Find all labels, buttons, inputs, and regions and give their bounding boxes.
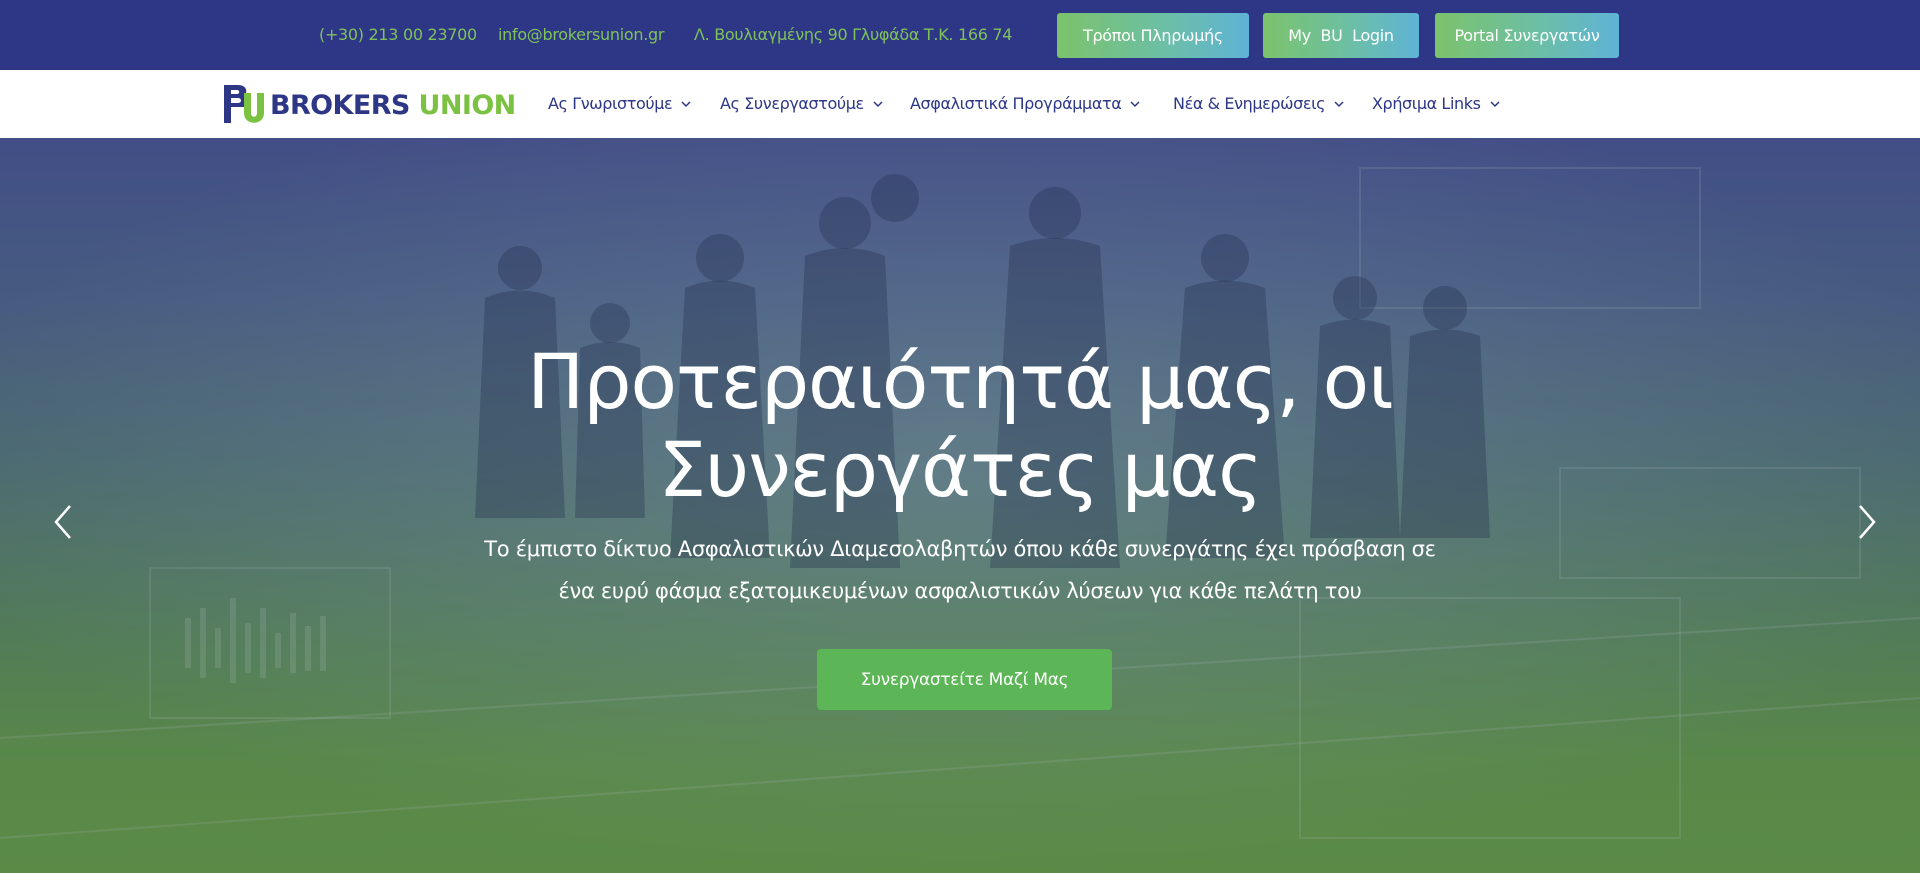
nav-item-news[interactable]: Νέα & Ενημερώσεις	[1173, 94, 1345, 113]
address-text: Λ. Βουλιαγμένης 90 Γλυφάδα Τ.Κ. 166 74	[694, 25, 1013, 44]
nav-item-label: Ασφαλιστικά Προγράμματα	[910, 94, 1122, 113]
nav-item-about[interactable]: Ας Γνωριστούμε	[548, 94, 692, 113]
chevron-down-icon	[1334, 100, 1344, 107]
nav-item-insurance-programs[interactable]: Ασφαλιστικά Προγράμματα	[910, 94, 1141, 113]
chevron-right-icon[interactable]	[1852, 502, 1882, 542]
payment-methods-button[interactable]: Τρόποι Πληρωμής	[1057, 13, 1249, 58]
top-bar: (+30) 213 00 23700 info@brokersunion.gr …	[0, 0, 1920, 70]
bu-logo-mark-icon	[224, 85, 264, 123]
nav-item-label: Ας Συνεργαστούμε	[720, 94, 864, 113]
hero-subtitle-line-1: Το έμπιστο δίκτυο Ασφαλιστικών Διαμεσολα…	[484, 537, 1436, 561]
nav-item-label: Νέα & Ενημερώσεις	[1173, 94, 1326, 113]
chevron-down-icon	[681, 100, 691, 107]
hero-slider: Προτεραιότητά μας, οι Συνεργάτες μας Το …	[0, 138, 1920, 873]
nav-item-label: Ας Γνωριστούμε	[548, 94, 673, 113]
chevron-down-icon	[873, 100, 883, 107]
my-bu-login-button[interactable]: My BU Login	[1263, 13, 1419, 58]
nav-item-label: Χρήσιμα Links	[1372, 94, 1481, 113]
chevron-left-icon[interactable]	[48, 502, 78, 542]
hero-subtitle: Το έμπιστο δίκτυο Ασφαλιστικών Διαμεσολα…	[460, 528, 1460, 612]
phone-link[interactable]: (+30) 213 00 23700	[319, 25, 477, 44]
partner-portal-button[interactable]: Portal Συνεργατών	[1435, 13, 1619, 58]
main-nav: BROKERS UNION Ας Γνωριστούμε Ας Συνεργασ…	[0, 70, 1920, 138]
logo-brokers-text: BROKERS	[270, 89, 410, 121]
hero-subtitle-line-2: ένα ευρύ φάσμα εξατομικευμένων ασφαλιστι…	[558, 579, 1362, 603]
chevron-down-icon	[1490, 100, 1500, 107]
logo-union-text: UNION	[418, 89, 517, 121]
email-link[interactable]: info@brokersunion.gr	[498, 25, 664, 44]
nav-item-partnership[interactable]: Ας Συνεργαστούμε	[720, 94, 884, 113]
hero-title: Προτεραιότητά μας, οι Συνεργάτες μας	[460, 338, 1460, 514]
hero-title-line-2: Συνεργάτες μας	[658, 425, 1263, 514]
brand-logo[interactable]: BROKERS UNION	[222, 83, 516, 127]
nav-item-useful-links[interactable]: Χρήσιμα Links	[1372, 94, 1501, 113]
chevron-down-icon	[1130, 100, 1140, 107]
hero-title-line-1: Προτεραιότητά μας, οι	[527, 337, 1394, 426]
partner-with-us-button[interactable]: Συνεργαστείτε Μαζί Μας	[817, 649, 1112, 710]
